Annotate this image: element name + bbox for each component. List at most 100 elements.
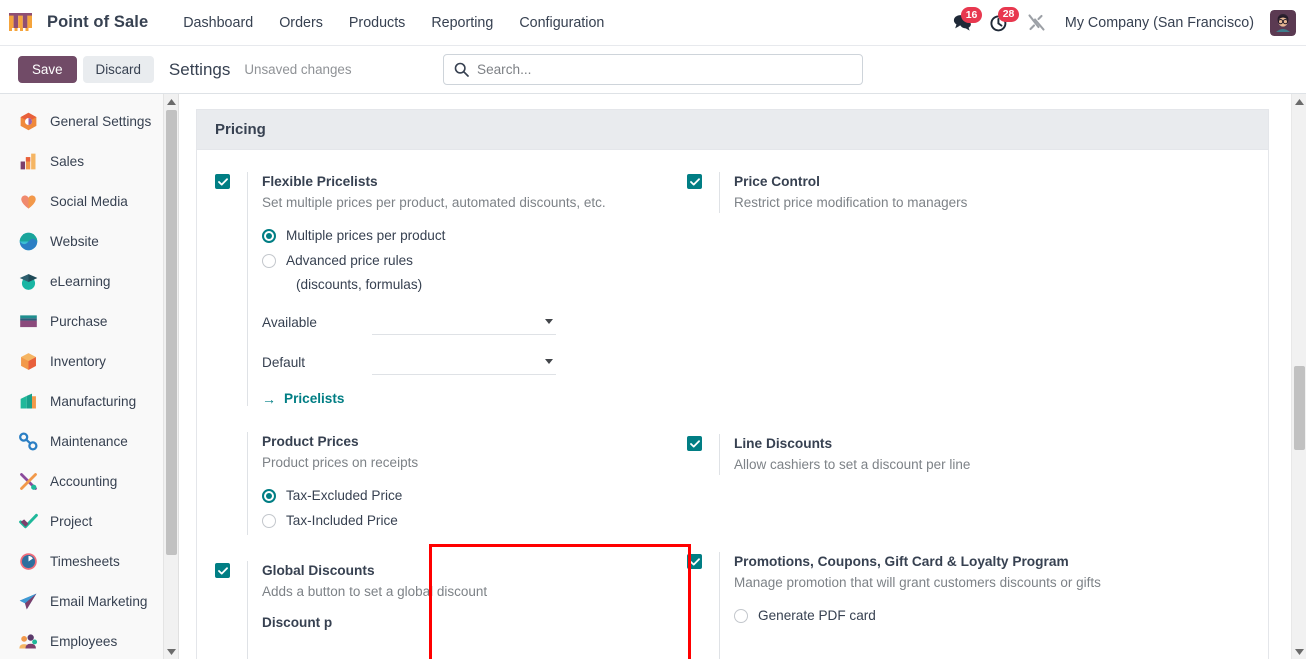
radio-icon-unselected bbox=[734, 609, 748, 624]
discard-button[interactable]: Discard bbox=[82, 56, 154, 83]
settings-main-area: Pricing Flexible Pricelists Set multiple… bbox=[179, 94, 1306, 659]
company-selector[interactable]: My Company (San Francisco) bbox=[1055, 11, 1264, 35]
sidebar-item-maintenance[interactable]: Maintenance bbox=[0, 421, 178, 461]
check-icon bbox=[689, 439, 700, 448]
global-discounts-cutoff-label: Discount p bbox=[262, 615, 333, 631]
settings-content: Pricing Flexible Pricelists Set multiple… bbox=[179, 94, 1291, 659]
sidebar-label: Sales bbox=[50, 153, 85, 169]
radio-advanced-price-rules[interactable]: Advanced price rules bbox=[262, 251, 606, 271]
pricelist-options: Multiple prices per product Advanced pri… bbox=[262, 226, 606, 406]
radio-label: Tax-Included Price bbox=[286, 512, 398, 528]
radio-generate-pdf-card[interactable]: Generate PDF card bbox=[734, 606, 1101, 626]
sidebar-scrollbar[interactable] bbox=[163, 94, 178, 659]
sidebar-scroll-thumb[interactable] bbox=[166, 110, 177, 555]
tools-button[interactable] bbox=[1018, 9, 1055, 36]
general-settings-icon bbox=[20, 112, 37, 130]
website-icon bbox=[19, 232, 38, 250]
pricing-section: Pricing Flexible Pricelists Set multiple… bbox=[196, 109, 1269, 659]
price-control-checkbox[interactable] bbox=[687, 174, 702, 189]
nav-configuration[interactable]: Configuration bbox=[506, 9, 617, 37]
search-input[interactable] bbox=[477, 62, 852, 77]
radio-multiple-prices-per-product[interactable]: Multiple prices per product bbox=[262, 226, 606, 246]
check-icon bbox=[689, 177, 700, 185]
inventory-icon bbox=[21, 352, 36, 370]
maintenance-icon bbox=[19, 431, 38, 451]
sidebar-scroll-down-arrow-icon[interactable] bbox=[164, 644, 178, 659]
available-label: Available bbox=[262, 314, 317, 330]
settings-scroll-thumb[interactable] bbox=[1294, 366, 1305, 450]
setting-description: Restrict price modification to managers bbox=[734, 194, 968, 210]
global-discounts-checkbox[interactable] bbox=[215, 563, 230, 579]
setting-title: Global Discounts bbox=[262, 563, 375, 579]
setting-global-discounts: Global Discounts Adds a button to set a … bbox=[215, 561, 687, 659]
setting-product-prices: Product Prices Product prices on receipt… bbox=[215, 432, 687, 536]
sidebar-item-sales[interactable]: Sales bbox=[0, 141, 178, 181]
sidebar-item-email-marketing[interactable]: Email Marketing bbox=[0, 581, 178, 621]
arrow-right-icon: → bbox=[262, 390, 276, 407]
timesheets-icon bbox=[20, 552, 37, 570]
promotions-checkbox[interactable] bbox=[687, 554, 702, 570]
setting-title: Flexible Pricelists bbox=[262, 174, 378, 189]
settings-scroll-down-arrow-icon[interactable] bbox=[1292, 644, 1306, 659]
setting-line-discounts: Line Discounts Allow cashiers to set a d… bbox=[687, 434, 1247, 476]
pricelists-link[interactable]: → Pricelists bbox=[262, 391, 606, 406]
sidebar-item-accounting[interactable]: Accounting bbox=[0, 461, 178, 501]
sidebar-label: Inventory bbox=[50, 353, 106, 369]
pricelists-link-label: Pricelists bbox=[284, 391, 345, 407]
sidebar-item-social-media[interactable]: Social Media bbox=[0, 181, 178, 221]
sidebar-item-elearning[interactable]: eLearning bbox=[0, 261, 178, 301]
app-brand[interactable]: Point of Sale bbox=[8, 12, 148, 34]
radio-icon-unselected bbox=[262, 253, 276, 268]
messages-count-badge: 16 bbox=[961, 7, 982, 23]
settings-scrollbar[interactable] bbox=[1291, 94, 1306, 659]
line-discounts-checkbox[interactable] bbox=[687, 436, 702, 452]
chevron-down-icon bbox=[545, 359, 553, 365]
pos-shop-awning-icon bbox=[9, 12, 32, 31]
save-button[interactable]: Save bbox=[18, 56, 77, 83]
nav-products[interactable]: Products bbox=[336, 9, 418, 37]
flexible-pricelists-checkbox[interactable] bbox=[215, 174, 230, 189]
sidebar-list: General Settings Sales Social Media Webs… bbox=[0, 94, 178, 659]
messages-button[interactable]: 16 bbox=[944, 7, 982, 35]
settings-scroll-up-arrow-icon[interactable] bbox=[1292, 94, 1306, 109]
sidebar-scroll-up-arrow-icon[interactable] bbox=[164, 94, 178, 109]
sidebar-item-inventory[interactable]: Inventory bbox=[0, 341, 178, 381]
project-icon bbox=[19, 513, 38, 528]
nav-dashboard[interactable]: Dashboard bbox=[170, 9, 266, 37]
sidebar-label: Timesheets bbox=[50, 553, 120, 569]
nav-reporting[interactable]: Reporting bbox=[418, 9, 506, 37]
check-icon bbox=[217, 177, 228, 185]
pricing-section-body: Flexible Pricelists Set multiple prices … bbox=[197, 150, 1268, 659]
elearning-icon bbox=[19, 273, 38, 290]
sidebar-item-timesheets[interactable]: Timesheets bbox=[0, 541, 178, 581]
radio-tax-included-price[interactable]: Tax-Included Price bbox=[262, 511, 418, 531]
default-pricelist-select[interactable] bbox=[372, 349, 556, 376]
radio-tax-excluded-price[interactable]: Tax-Excluded Price bbox=[262, 486, 418, 506]
sidebar-item-general-settings[interactable]: General Settings bbox=[0, 101, 178, 141]
social-media-icon bbox=[21, 194, 36, 208]
app-name: Point of Sale bbox=[47, 13, 149, 31]
body-wrapper: General Settings Sales Social Media Webs… bbox=[0, 94, 1306, 659]
radio-label: Multiple prices per product bbox=[286, 228, 446, 244]
search-bar[interactable] bbox=[443, 54, 863, 85]
sidebar-item-manufacturing[interactable]: Manufacturing bbox=[0, 381, 178, 421]
sidebar-item-purchase[interactable]: Purchase bbox=[0, 301, 178, 341]
default-pricelist-field: Default bbox=[262, 349, 606, 376]
sidebar-label: General Settings bbox=[50, 113, 152, 129]
activities-button[interactable]: 28 bbox=[981, 6, 1019, 36]
setting-description: Adds a button to set a global discount bbox=[262, 584, 488, 600]
employees-icon bbox=[19, 633, 38, 648]
sidebar-label: Manufacturing bbox=[50, 393, 137, 409]
nav-orders[interactable]: Orders bbox=[266, 9, 336, 37]
sidebar-item-website[interactable]: Website bbox=[0, 221, 178, 261]
radio-icon-selected bbox=[262, 229, 276, 244]
search-icon bbox=[454, 62, 469, 77]
user-avatar[interactable] bbox=[1270, 9, 1296, 36]
sidebar-item-employees[interactable]: Employees bbox=[0, 621, 178, 659]
available-pricelists-select[interactable] bbox=[372, 309, 556, 336]
sidebar-label: Maintenance bbox=[50, 433, 128, 449]
control-panel: Save Discard Settings Unsaved changes bbox=[0, 46, 1306, 94]
sidebar-item-project[interactable]: Project bbox=[0, 501, 178, 541]
pricing-right-column: Price Control Restrict price modificatio… bbox=[687, 172, 1247, 659]
sidebar-label: Social Media bbox=[50, 193, 128, 209]
